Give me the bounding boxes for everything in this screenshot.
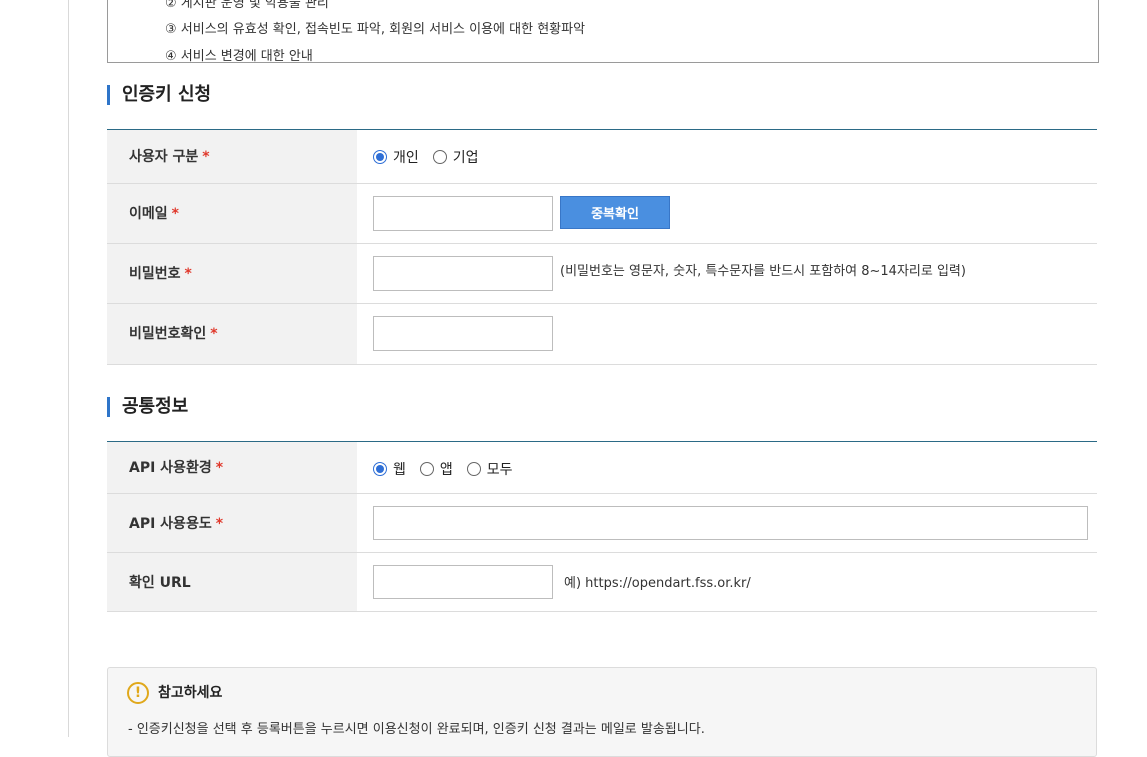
radio-dot[interactable] [466,462,481,476]
row-header: 비밀번호 * [107,244,357,303]
api-env-radio-group: 웹 앱 모두 [373,459,527,479]
section-title-common-info: 공통정보 [107,397,188,417]
common-info-form: API 사용환경 * 웹 앱 모두 API 사용용도 * 확인 URL 예) htt… [107,441,1097,612]
required-mark: * [202,149,210,165]
row-header: 이메일 * [107,184,357,243]
email-duplicate-check-button[interactable]: 중복확인 [560,196,670,229]
radio-dot[interactable] [373,462,387,476]
radio-dot[interactable] [419,462,434,476]
field-label: 비밀번호확인 [129,326,207,342]
row-header: API 사용환경 * [107,442,357,493]
required-mark: * [215,516,224,532]
terms-line: ④ 서비스 변경에 대한 안내 [165,49,313,63]
form-row-email: 이메일 * 중복확인 [107,184,1097,244]
row-header: 확인 URL [107,553,357,611]
required-mark: * [171,206,179,222]
field-label: 확인 URL [129,575,191,591]
form-row-password-confirm: 비밀번호확인 * [107,304,1097,365]
notice-box: ! 참고하세요 - 인증키신청을 선택 후 등록버튼을 누르시면 이용신청이 완… [107,667,1097,757]
notice-text: - 인증키신청을 선택 후 등록버튼을 누르시면 이용신청이 완료되며, 인증키… [128,722,705,737]
required-mark: * [215,460,224,476]
row-header: 사용자 구분 * [107,130,357,183]
form-row-user-type: 사용자 구분 * 개인 기업 [107,130,1097,184]
radio-app[interactable]: 앱 [419,459,453,479]
terms-line: ③ 서비스의 유효성 확인, 접속빈도 파악, 회원의 서비스 이용에 대한 현… [165,22,586,37]
field-label: 이메일 [129,206,168,222]
password-hint: (비밀번호는 영문자, 숫자, 특수문자를 반드시 포함하여 8~14자리로 입… [560,264,966,279]
api-purpose-input[interactable] [373,506,1088,540]
required-mark: * [210,326,218,342]
field-label: API 사용용도 [129,516,212,532]
password-confirm-input[interactable] [373,316,553,351]
form-row-api-purpose: API 사용용도 * [107,494,1097,553]
email-input[interactable] [373,196,553,231]
radio-both[interactable]: 모두 [466,459,513,479]
radio-individual[interactable]: 개인 [373,147,419,167]
password-input[interactable] [373,256,553,291]
required-mark: * [184,266,192,282]
radio-company[interactable]: 기업 [432,147,479,167]
field-label: 사용자 구분 [129,149,199,165]
left-divider [68,0,69,737]
field-label: API 사용환경 [129,460,212,476]
terms-scrollbox[interactable]: ② 게시판 운영 및 악용물 관리 ③ 서비스의 유효성 확인, 접속빈도 파악… [107,0,1099,63]
form-row-confirm-url: 확인 URL 예) https://opendart.fss.or.kr/ [107,553,1097,612]
terms-line: ② 게시판 운영 및 악용물 관리 [165,0,329,11]
row-header: API 사용용도 * [107,494,357,552]
radio-web[interactable]: 웹 [373,459,406,479]
key-request-form: 사용자 구분 * 개인 기업 이메일 * 중복확인 비밀번호 * (비밀번호는 영문자… [107,129,1097,365]
confirm-url-hint: 예) https://opendart.fss.or.kr/ [564,576,751,591]
radio-dot[interactable] [432,150,447,164]
row-header: 비밀번호확인 * [107,304,357,364]
section-title-key-request: 인증키 신청 [107,85,211,105]
form-row-password: 비밀번호 * (비밀번호는 영문자, 숫자, 특수문자를 반드시 포함하여 8~1… [107,244,1097,304]
user-type-radio-group: 개인 기업 [373,147,493,167]
field-label: 비밀번호 [129,266,181,282]
form-row-api-env: API 사용환경 * 웹 앱 모두 [107,442,1097,494]
notice-title: 참고하세요 [158,685,223,701]
exclamation-circle-icon: ! [127,682,149,704]
confirm-url-input[interactable] [373,565,553,599]
radio-dot[interactable] [373,150,387,164]
